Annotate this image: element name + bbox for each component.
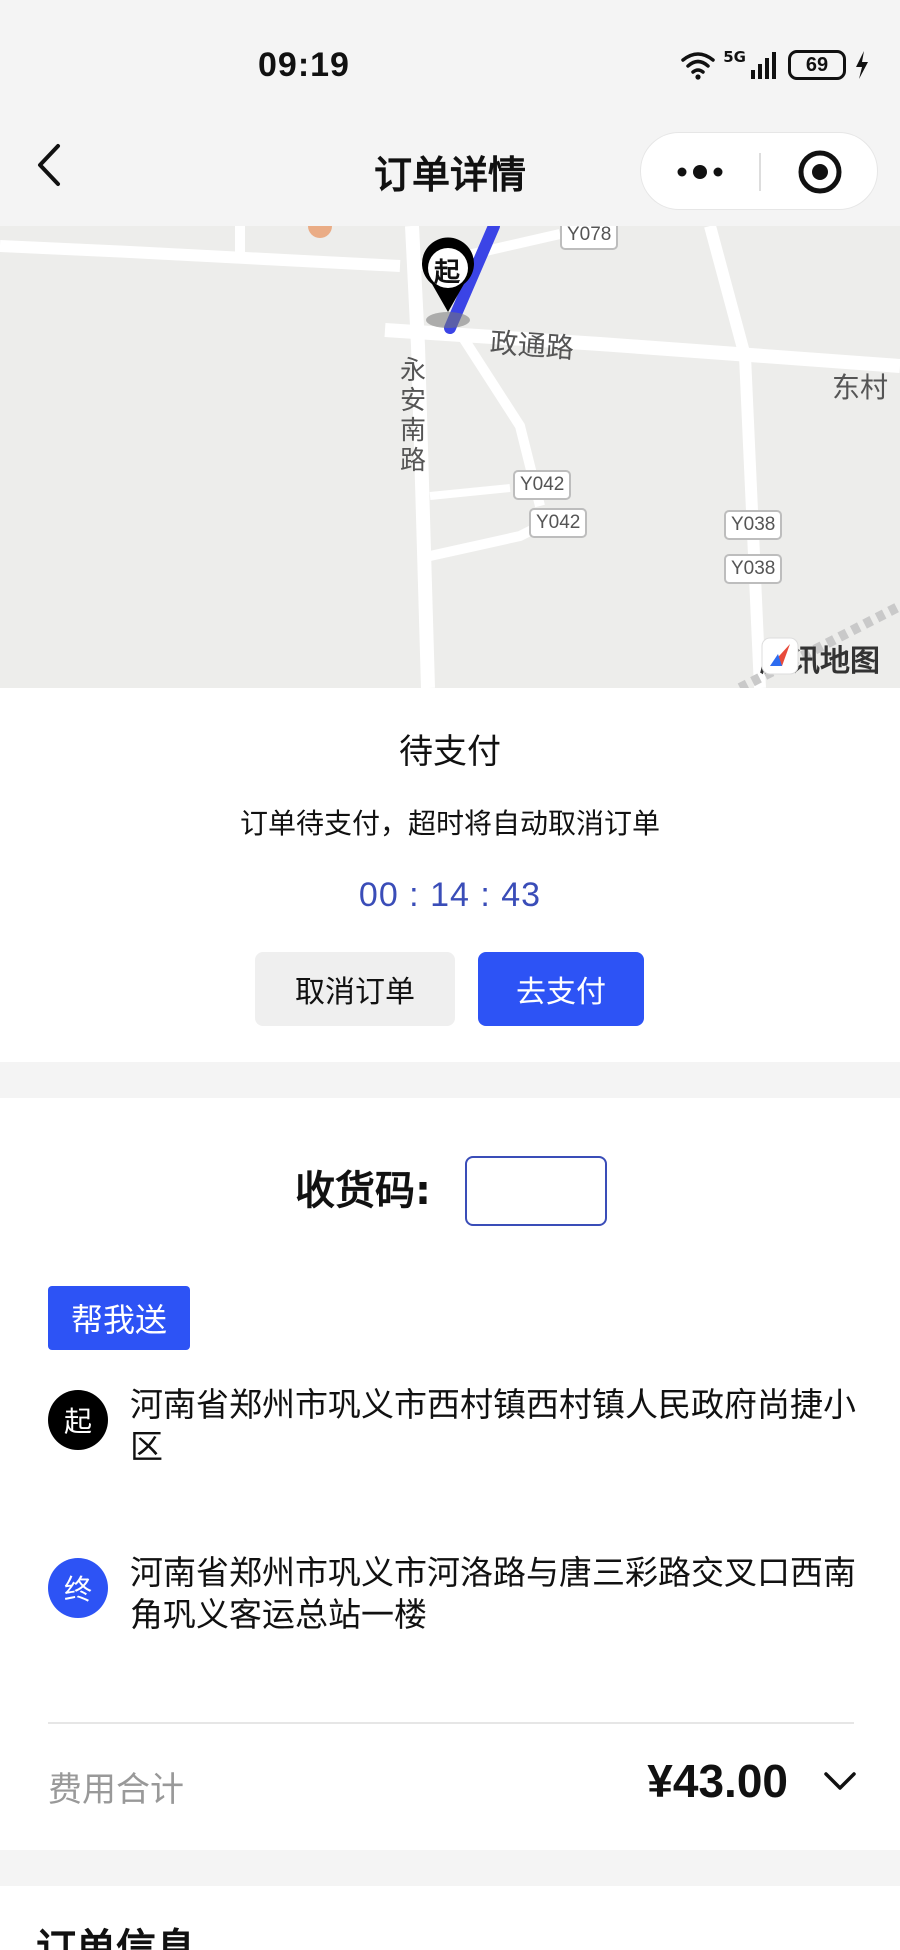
signal-icon	[751, 52, 776, 79]
fee-total-value: ¥43.00	[647, 1755, 788, 1807]
receipt-code-field	[465, 1156, 607, 1226]
fee-expand-toggle[interactable]	[820, 1766, 860, 1796]
service-type-tag: 帮我送	[48, 1286, 190, 1350]
chevron-down-icon	[824, 1772, 856, 1790]
target-close-icon	[798, 150, 842, 194]
map-roads	[0, 226, 900, 688]
order-status-title: 待支付	[399, 732, 501, 772]
status-icons: 5G 69	[681, 48, 870, 82]
order-status-description: 订单待支付，超时将自动取消订单	[239, 807, 660, 840]
more-button[interactable]	[641, 133, 759, 211]
cancel-order-button[interactable]: 取消订单	[255, 952, 455, 1026]
network-type-label: 5G	[723, 48, 746, 66]
delivery-card: 收货码: 帮我送 起 河南省郑州市巩义市西村镇西村镇人民政府尚捷小区 终 河南省…	[0, 1098, 900, 1850]
wifi-icon	[681, 52, 715, 80]
road-badge: Y078	[560, 226, 619, 250]
end-point-icon: 终	[48, 1558, 108, 1618]
fee-total-label: 费用合计	[48, 1770, 184, 1810]
battery-level: 69	[805, 53, 829, 76]
tencent-map-logo: 腾讯地图	[760, 636, 880, 680]
end-address: 河南省郑州市巩义市河洛路与唐三彩路交叉口西南角巩义客运总站一楼	[130, 1553, 856, 1634]
pay-button[interactable]: 去支付	[478, 952, 644, 1026]
tencent-map-icon	[761, 637, 799, 675]
road-badge: Y042	[513, 470, 572, 500]
route-map[interactable]: 起 政通路 永安南路 东村 Y078 Y042 Y042 Y038 Y038 腾…	[0, 226, 900, 688]
receipt-code-label: 收货码:	[295, 1168, 431, 1214]
close-miniprogram-button[interactable]	[761, 133, 879, 211]
payment-countdown: 00 : 14 : 43	[358, 876, 542, 914]
start-address: 河南省郑州市巩义市西村镇西村镇人民政府尚捷小区	[130, 1385, 856, 1466]
payment-status-card: 待支付 订单待支付，超时将自动取消订单 00 : 14 : 43 取消订单 去支…	[0, 688, 900, 1062]
road-badge: Y038	[724, 554, 783, 584]
status-time: 09:19	[258, 46, 350, 84]
start-marker-label: 起	[434, 258, 461, 288]
road-label-zhengtong: 政通路	[488, 326, 575, 365]
order-info-card: 订单信息	[0, 1886, 900, 1950]
divider	[48, 1722, 854, 1724]
village-label: 东村	[832, 371, 889, 404]
start-point-icon: 起	[48, 1390, 108, 1450]
road-badge: Y038	[724, 510, 783, 540]
nav-bar: 订单详情	[0, 110, 900, 226]
miniprogram-capsule	[640, 132, 878, 210]
road-badge: Y042	[529, 508, 588, 538]
charging-bolt-icon	[856, 51, 868, 79]
order-info-title: 订单信息	[36, 1926, 196, 1950]
status-bar: 09:19 5G 69	[0, 0, 900, 110]
more-dots-icon	[677, 165, 723, 179]
app-root: 09:19 5G 69 订单详情 起 政通路 永安南路 东村 Y078 Y042…	[0, 0, 900, 1950]
battery-indicator: 69	[788, 50, 846, 80]
road-label-yongan: 永安南路	[399, 356, 426, 476]
